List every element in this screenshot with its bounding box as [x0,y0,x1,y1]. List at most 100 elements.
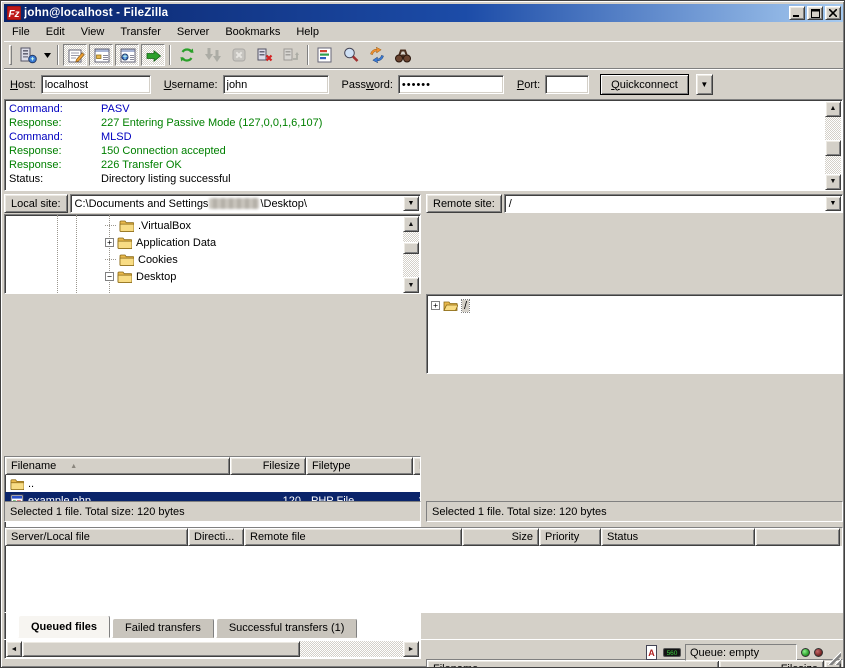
tab-queued-files[interactable]: Queued files [18,615,110,638]
tree-item-application-data[interactable]: + Application Data [5,234,420,251]
cancel-operation-icon [230,46,248,64]
local-path-prefix: C:\Documents and Settings [75,198,209,210]
local-site-dropdown-button[interactable]: ▼ [403,196,419,211]
scrollbar-thumb[interactable] [403,242,419,254]
find-files-button[interactable] [391,44,415,66]
synchronized-browsing-button[interactable] [365,44,389,66]
scroll-up-button[interactable]: ▲ [403,216,419,232]
tab-failed-transfers[interactable]: Failed transfers [112,618,214,638]
disconnect-icon [256,46,274,64]
queue-tabs: Queued filesFailed transfersSuccessful t… [4,613,843,638]
tree-item-label[interactable]: Application Data [136,237,216,249]
tree-item--[interactable]: +/ [427,297,842,314]
column-header-label: Filetype [312,460,351,472]
redacted-username [209,198,259,209]
column-header-filetype[interactable]: Filetype [306,457,413,475]
expand-icon[interactable]: + [431,301,440,310]
host-input[interactable] [41,75,151,94]
file-row--[interactable]: .. [5,475,420,492]
svg-text:Fz: Fz [8,9,19,20]
process-queue-button [201,44,225,66]
remote-site-row: Remote site: / ▼ [426,193,843,214]
menu-bookmarks[interactable]: Bookmarks [217,24,288,40]
collapse-icon[interactable]: − [105,272,114,281]
menu-file[interactable]: File [4,24,38,40]
toolbar-grip[interactable] [9,45,12,65]
column-header-label: Size [512,531,533,543]
toolbar [4,42,843,68]
toggle-remote-tree-button[interactable] [115,44,139,66]
log-line-text: Directory listing successful [101,173,231,185]
local-tree-scrollbar[interactable]: ▲ ▼ [403,216,419,293]
tree-item-desktop[interactable]: − Desktop [5,268,420,285]
scroll-up-button[interactable]: ▲ [825,101,841,117]
menu-view[interactable]: View [73,24,113,40]
username-input[interactable] [223,75,329,94]
column-header-l[interactable]: L [413,457,421,475]
tree-item--virtualbox[interactable]: .VirtualBox [5,217,420,234]
menu-server[interactable]: Server [169,24,217,40]
column-header-priority[interactable]: Priority [539,528,601,546]
column-header-label: Filesize [263,460,300,472]
toggle-transfer-queue-icon [145,47,163,65]
folder-open-icon [443,299,458,313]
filename-text: .. [28,478,34,490]
tree-item-label[interactable]: .VirtualBox [138,220,191,232]
local-selection-summary: Selected 1 file. Total size: 120 bytes [10,506,185,518]
local-site-combobox[interactable]: C:\Documents and Settings\Desktop\ ▼ [70,194,421,213]
log-line-label: Command: [9,130,101,144]
quickconnect-button[interactable]: Quickconnect [600,74,689,95]
column-header-remote-file[interactable]: Remote file [244,528,462,546]
column-header-blank[interactable] [755,528,840,546]
tree-item-label[interactable]: / [462,300,469,312]
message-log-scrollbar[interactable]: ▲ ▼ [825,101,841,190]
red-led-indicator [814,648,823,657]
expand-icon[interactable]: + [105,238,114,247]
port-input[interactable] [545,75,589,94]
tree-item-cookies[interactable]: Cookies [5,251,420,268]
menu-edit[interactable]: Edit [38,24,73,40]
disconnect-button[interactable] [253,44,277,66]
column-header-label: Remote file [250,531,306,543]
username-label: Username: [164,79,218,91]
directory-comparison-button[interactable] [339,44,363,66]
title-bar[interactable]: Fz john@localhost - FileZilla [4,4,843,22]
site-manager-dropdown-button[interactable] [41,44,54,66]
toggle-transfer-queue-button[interactable] [141,44,165,66]
speed-limits-icon[interactable]: 560 [663,645,681,660]
minimize-button[interactable] [789,6,805,20]
remote-site-combobox[interactable]: / ▼ [504,194,843,213]
scrollbar-thumb[interactable] [825,140,841,156]
scroll-down-button[interactable]: ▼ [403,277,419,293]
column-header-status[interactable]: Status [601,528,755,546]
menu-transfer[interactable]: Transfer [112,24,169,40]
column-header-filename[interactable]: Filename▲ [5,457,230,475]
last-cell [413,475,421,492]
toggle-local-tree-button[interactable] [89,44,113,66]
close-button[interactable] [825,6,841,20]
tree-item-label[interactable]: Cookies [138,254,178,266]
directory-listing-filters-button[interactable] [313,44,337,66]
column-header-filesize[interactable]: Filesize [230,457,306,475]
quickconnect-dropdown-button[interactable]: ▼ [696,74,713,95]
refresh-button[interactable] [175,44,199,66]
minimize-icon [793,9,801,17]
column-header-size[interactable]: Size [462,528,539,546]
toolbar-separator [57,45,59,65]
site-manager-button[interactable] [16,44,40,66]
column-header-directi-[interactable]: Directi... [188,528,244,546]
password-input[interactable] [398,75,504,94]
column-header-server-local-file[interactable]: Server/Local file [5,528,188,546]
maximize-button[interactable] [807,6,823,20]
password-label: Password: [342,79,393,91]
log-line: Status:Directory listing successful [9,172,842,186]
remote-site-dropdown-button[interactable]: ▼ [825,196,841,211]
menu-help[interactable]: Help [288,24,327,40]
tab-successful-transfers-1-[interactable]: Successful transfers (1) [216,618,358,638]
toggle-message-log-button[interactable] [63,44,87,66]
scroll-down-button[interactable]: ▼ [825,174,841,190]
reconnect-button [279,44,303,66]
synchronized-browsing-icon [368,46,386,64]
window-resize-grip[interactable] [827,651,841,665]
tree-item-label[interactable]: Desktop [136,271,176,283]
